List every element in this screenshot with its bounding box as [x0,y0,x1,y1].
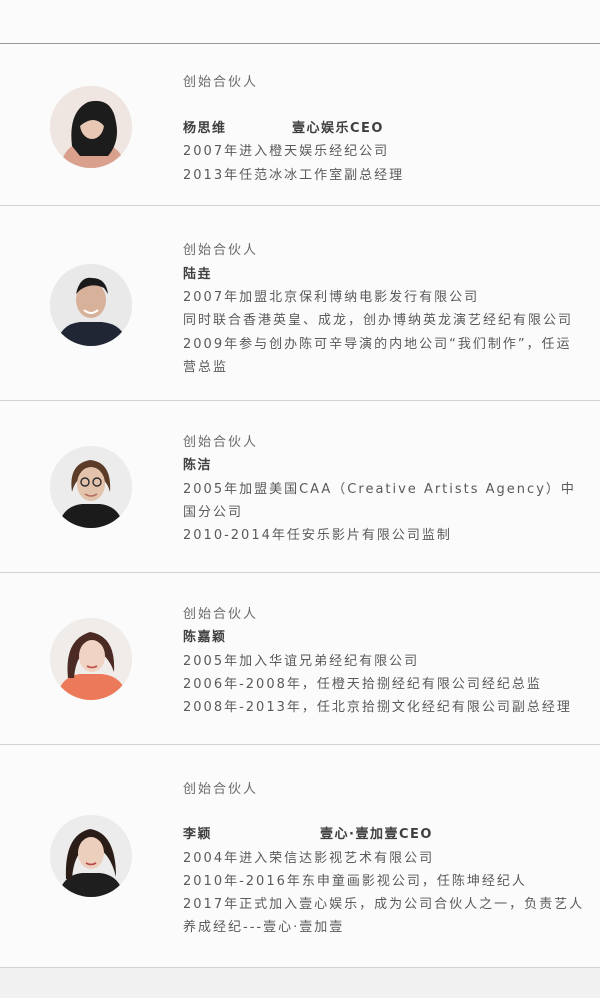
partner-title: 壹心娱乐CEO [292,121,384,136]
bio-line: 营总监 [183,360,229,375]
partner-card-chen-jie: 创始合伙人 陈洁 2005年加盟美国CAA（Creative Artists A… [0,401,600,573]
partner-card-chen-jiaying: 创始合伙人 陈嘉颖 2005年加入华谊兄弟经纪有限公司 2006年-2008年，… [0,573,600,745]
bio-line: 国分公司 [183,505,244,520]
bio-line: 养成经纪---壹心·壹加壹 [183,920,345,935]
partner-name: 陈洁 [183,458,213,473]
avatar [50,86,132,168]
partner-card-yang-siwei: 创始合伙人 杨思维 壹心娱乐CEO 2007年进入橙天娱乐经纪公司 2013年任… [0,44,600,206]
bio-line: 2005年加入华谊兄弟经纪有限公司 [183,654,420,669]
bottom-strip [0,968,600,998]
bio-line: 2013年任范冰冰工作室副总经理 [183,168,405,183]
bio-line: 2005年加盟美国CAA（Creative Artists Agency）中 [183,482,576,497]
partner-name: 陈嘉颖 [183,630,227,645]
bio-line: 2004年进入荣信达影视艺术有限公司 [183,851,435,866]
partner-card-li-ying: 创始合伙人 李颖 壹心·壹加壹CEO 2004年进入荣信达影视艺术有限公司 20… [0,745,600,968]
partner-name: 杨思维 [183,121,227,136]
role-label: 创始合伙人 [183,607,259,622]
avatar [50,446,132,528]
bio-line: 2006年-2008年，任橙天拾捌经纪有限公司经纪总监 [183,677,542,692]
bio-line: 2007年加盟北京保利博纳电影发行有限公司 [183,290,480,305]
partner-name: 李颖 [183,827,213,842]
avatar [50,618,132,700]
bio-line: 同时联合香港英皇、成龙，创办博纳英龙演艺经纪有限公司 [183,313,574,328]
bio-line: 2017年正式加入壹心娱乐，成为公司合伙人之一，负责艺人 [183,897,585,912]
partner-name: 陆垚 [183,267,213,282]
partner-title: 壹心·壹加壹CEO [320,827,433,842]
bio-line: 2010-2014年任安乐影片有限公司监制 [183,528,452,543]
role-label: 创始合伙人 [183,435,259,450]
bio-line: 2010年-2016年东申童画影视公司，任陈坤经纪人 [183,874,527,889]
role-label: 创始合伙人 [183,782,259,797]
avatar [50,264,132,346]
bio-line: 2009年参与创办陈可辛导演的内地公司“我们制作”，任运 [183,337,572,352]
role-label: 创始合伙人 [183,243,259,258]
page: 创始合伙人 杨思维 壹心娱乐CEO 2007年进入橙天娱乐经纪公司 2013年任… [0,0,600,998]
partner-card-lu-yao: 创始合伙人 陆垚 2007年加盟北京保利博纳电影发行有限公司 同时联合香港英皇、… [0,206,600,401]
bio-line: 2007年进入橙天娱乐经纪公司 [183,144,390,159]
bio-line: 2008年-2013年，任北京拾捌文化经纪有限公司副总经理 [183,700,572,715]
avatar [50,815,132,897]
role-label: 创始合伙人 [183,75,259,90]
